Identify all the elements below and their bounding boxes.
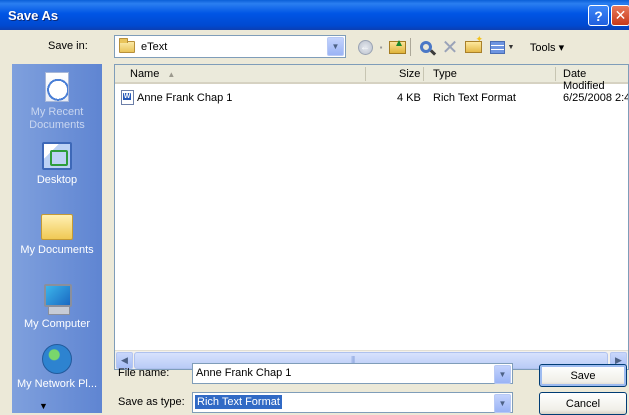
save-in-label: Save in: <box>48 40 88 52</box>
file-date-cell: 6/25/2008 2:4 <box>563 92 629 104</box>
chevron-down-icon[interactable]: ▼ <box>327 37 344 56</box>
save-button[interactable]: Save <box>539 364 627 387</box>
column-header-type[interactable]: Type <box>433 68 457 80</box>
place-label: My Recent Documents <box>29 106 85 131</box>
list-header: Name ▲ Size Type Date Modified <box>115 65 628 92</box>
up-one-level-button[interactable] <box>387 37 407 57</box>
places-bar: My Recent Documents Desktop My Documents… <box>12 64 102 413</box>
column-header-date-modified[interactable]: Date Modified <box>563 68 628 92</box>
my-computer-icon <box>42 284 72 315</box>
place-label: My Network Pl... <box>16 378 98 390</box>
back-arrow-icon: ← <box>357 39 373 55</box>
place-label: Desktop <box>36 174 78 186</box>
column-divider[interactable] <box>555 67 556 81</box>
back-dropdown[interactable]: ▪ <box>377 37 385 57</box>
delete-button[interactable]: ✕ <box>440 37 460 59</box>
title-bar: Save As ? ✕ <box>0 0 629 30</box>
save-as-type-label: Save as type: <box>118 396 185 408</box>
file-list[interactable]: Name▲ Size Type Date Modified Anne Frank… <box>114 64 629 370</box>
file-size-cell: 4 KB <box>397 92 421 104</box>
file-name-input[interactable]: Anne Frank Chap 1 ▼ <box>192 363 513 384</box>
place-my-documents[interactable]: My Documents <box>12 214 102 257</box>
sort-ascending-icon: ▲ <box>167 70 176 79</box>
save-as-type-value: Rich Text Format <box>195 395 282 409</box>
rich-text-document-icon <box>121 90 134 105</box>
save-in-value: eText <box>141 41 168 53</box>
up-folder-icon <box>388 39 406 54</box>
window-title: Save As <box>8 8 59 23</box>
toolbar-separator <box>410 38 411 56</box>
new-folder-icon <box>464 34 483 53</box>
file-name-value: Anne Frank Chap 1 <box>196 367 292 379</box>
chevron-down-icon[interactable]: ▼ <box>494 394 511 413</box>
my-documents-icon <box>41 214 73 240</box>
column-header-size[interactable]: Size <box>399 68 420 80</box>
recent-documents-icon <box>45 72 69 102</box>
desktop-icon <box>42 142 72 170</box>
file-row[interactable]: Anne Frank Chap 1 4 KB Rich Text Format … <box>115 90 629 106</box>
views-icon <box>489 40 505 54</box>
file-type-cell: Rich Text Format <box>433 92 516 104</box>
help-button[interactable]: ? <box>588 5 609 26</box>
views-menu-button[interactable]: ▼ <box>488 37 516 57</box>
chevron-down-icon[interactable]: ▼ <box>494 365 511 384</box>
place-label: My Computer <box>23 318 91 330</box>
folder-icon <box>119 38 135 53</box>
tools-menu[interactable]: Tools ▾ <box>526 37 568 57</box>
my-network-icon <box>42 344 72 374</box>
place-desktop[interactable]: Desktop <box>12 142 102 187</box>
search-icon <box>420 41 432 53</box>
place-label: My Documents <box>20 244 94 256</box>
create-new-folder-button[interactable] <box>462 34 484 57</box>
column-header-name[interactable]: Name ▲ <box>130 68 175 80</box>
place-my-recent-documents[interactable]: My Recent Documents <box>12 72 102 132</box>
save-as-type-dropdown[interactable]: Rich Text Format ▼ <box>192 392 513 413</box>
place-my-computer[interactable]: My Computer <box>12 284 102 331</box>
save-in-dropdown[interactable]: eText ▼ <box>114 35 346 58</box>
back-button[interactable]: ← <box>355 37 375 57</box>
cancel-button[interactable]: Cancel <box>539 392 627 415</box>
column-divider[interactable] <box>423 67 424 81</box>
column-divider[interactable] <box>365 67 366 81</box>
file-name-label: File name: <box>118 367 170 379</box>
place-my-network-places[interactable]: My Network Pl... <box>12 344 102 390</box>
close-button[interactable]: ✕ <box>611 5 629 26</box>
places-scroll-down-icon[interactable]: ▼ <box>39 401 48 411</box>
file-name-cell: Anne Frank Chap 1 <box>137 92 233 104</box>
search-web-button[interactable] <box>416 37 436 57</box>
